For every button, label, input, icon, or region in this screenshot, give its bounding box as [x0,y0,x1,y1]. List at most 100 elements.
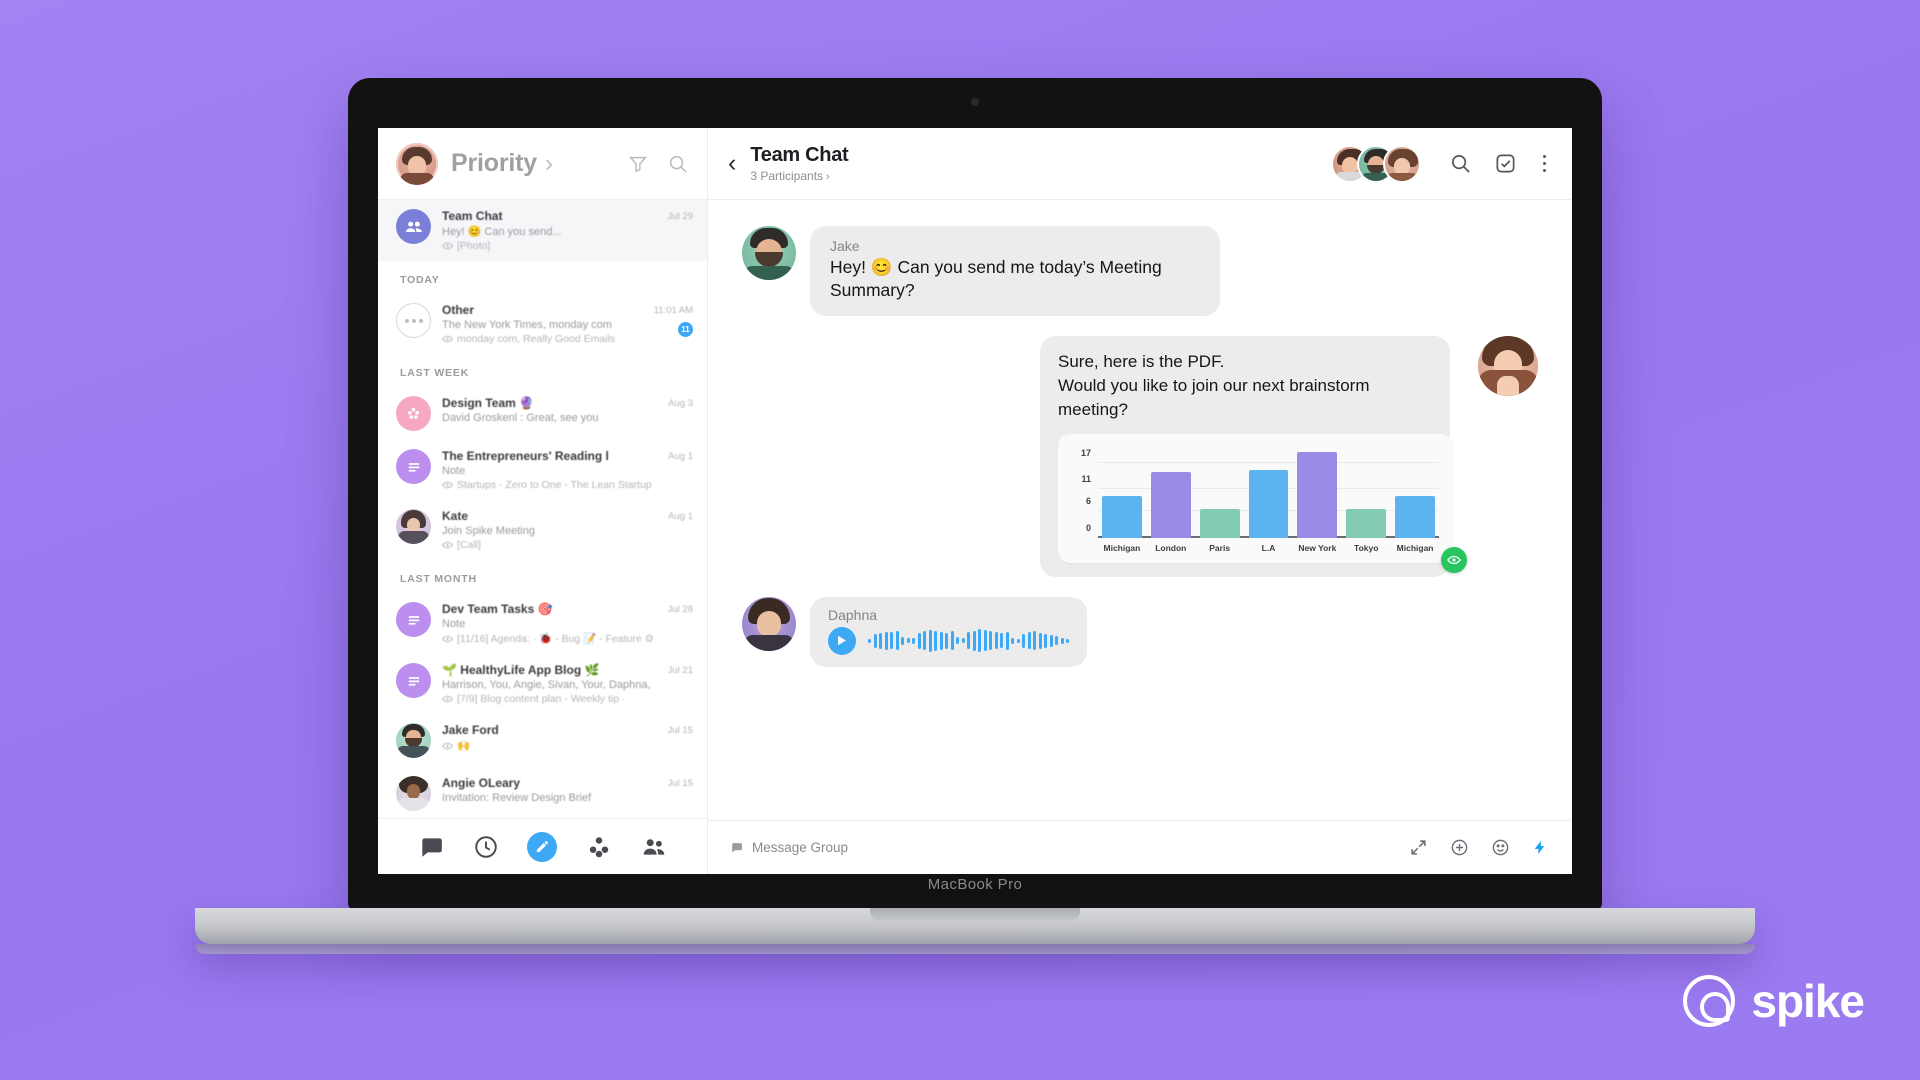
task-check-icon[interactable] [1494,152,1517,175]
waveform-bar [1033,631,1036,651]
waveform-bar [978,629,981,653]
list-item[interactable]: Dev Team Tasks 🎯 Note [11/16] Agenda: · 🐞 … [378,593,707,654]
search-icon[interactable] [1449,152,1472,175]
chart-y-tick-label: 0 [1085,522,1091,533]
waveform-bar [890,632,893,650]
composer-actions [1409,838,1548,857]
audio-waveform[interactable] [868,627,1069,655]
waveform-bar [879,632,882,649]
eye-icon [442,742,453,749]
chart-attachment[interactable]: 0 6 11 17 Michigan London Paris L.A New York Tok… [1058,433,1467,573]
laptop-base-notch [870,908,1080,921]
avatar[interactable] [396,142,438,185]
list-item[interactable]: Jake Ford 🙌 Jul 15 [378,714,707,767]
message-bubble[interactable]: Daphna [810,596,1087,667]
list-item-preview: Hey! 😊 Can you send... [442,226,562,238]
message-row: Sure, here is the PDF. Would you like to… [742,336,1538,577]
eye-icon [442,541,453,549]
list-item-date: Jul 29 [667,211,693,222]
list-item[interactable]: Kate Join Spike Meeting [Call] Aug 1 [378,500,707,560]
avatar[interactable] [742,596,796,651]
list-item-preview: Invitation: Review Design Brief [442,792,592,804]
sidebar-header-actions [627,153,689,175]
avatar[interactable] [1382,144,1421,183]
device-label: MacBook Pro [927,876,1023,893]
list-item-attachment: [Photo] [442,240,657,252]
message-list[interactable]: Jake Hey! 😊 Can you send me today’s Meet… [708,200,1572,820]
participants-count[interactable]: 3 Participants › [750,169,848,183]
eye-icon [442,635,453,642]
chat-panel: ‹ Team Chat 3 Participants › Jake Hey! 😊… [708,128,1572,874]
spike-logo-icon [1683,975,1736,1027]
spike-logo-text: spike [1751,975,1865,1027]
message-composer[interactable]: Message Group [708,820,1572,874]
list-item[interactable]: Other The New York Times, monday com monda… [378,294,707,354]
avatar[interactable] [742,226,796,280]
waveform-bar [917,632,921,649]
waveform-bar [1055,636,1058,646]
spike-logo: spike [1683,974,1865,1028]
status-badge [1441,546,1467,573]
nav-compose-button[interactable] [527,831,558,862]
nav-apps-icon[interactable] [586,834,612,860]
message-text: Hey! 😊 Can you send me today’s Meeting S… [830,257,1162,301]
add-attachment-icon[interactable] [1450,838,1469,857]
search-icon[interactable] [667,153,689,175]
message-row: Daphna [742,596,1538,667]
list-item-title: Dev Team Tasks 🎯 [442,602,553,616]
waveform-bar [950,631,954,651]
list-item[interactable]: Angie OLeary Invitation: Review Design Br… [378,767,707,818]
list-item-preview: Note [442,465,466,477]
sidebar: Priority › Team Chat Hey! 😊 Can you send.… [378,128,708,874]
conversation-list[interactable]: Team Chat Hey! 😊 Can you send... [Photo] Ju… [378,200,707,818]
chart-bar [1346,509,1387,538]
laptop-base [195,908,1755,954]
play-icon[interactable] [828,626,856,655]
filter-icon[interactable] [627,153,649,175]
chart-bar-wrapper [1102,446,1142,538]
avatar [396,509,431,544]
avatar [396,776,431,811]
waveform-bar [1038,632,1042,649]
list-item[interactable]: The Entrepreneurs' Reading l Note Startups… [378,440,707,500]
chart-bar [1199,509,1240,538]
list-item-title: Other [442,303,475,317]
chart-y-tick-label: 11 [1081,474,1091,485]
back-chevron-icon[interactable]: ‹ [722,149,750,178]
list-item-date: Jul 15 [667,725,693,736]
chart-x-tick-label: Michigan [1396,542,1434,553]
expand-icon[interactable] [1409,838,1428,857]
voice-message-player[interactable] [828,626,1069,655]
chevron-right-icon[interactable]: › [545,150,553,178]
search-input[interactable]: Message Group [730,840,848,855]
nav-chat-icon[interactable] [418,834,444,860]
avatar[interactable] [1478,336,1538,397]
message-bubble[interactable]: Jake Hey! 😊 Can you send me today’s Meet… [810,226,1220,317]
message-bubble[interactable]: Sure, here is the PDF. Would you like to… [1040,336,1467,577]
waveform-bar [1011,637,1014,644]
sidebar-title[interactable]: Priority [451,149,537,178]
participant-avatars[interactable] [1330,144,1421,183]
emoji-icon[interactable] [1491,838,1510,857]
list-item[interactable]: 🌱 HealthyLife App Blog 🌿 Harrison, You, A… [378,654,707,714]
waveform-bar [1000,633,1003,649]
nav-clock-icon[interactable] [473,834,499,860]
chart-x-tick-label: Michigan [1103,542,1141,553]
waveform-bar [1027,632,1031,650]
chart-bar-wrapper [1248,446,1289,538]
list-item[interactable]: Design Team 🔮 David Groskenl : Great, see… [378,387,707,440]
message-row: Jake Hey! 😊 Can you send me today’s Meet… [742,226,1538,317]
waveform-bar [989,631,992,651]
message-sender: Jake [830,238,860,254]
message-text: Sure, here is the PDF. Would you like to… [1058,352,1370,419]
waveform-bar [873,633,877,648]
list-item-preview: The New York Times, monday com [442,319,612,331]
waveform-bar [1022,633,1025,648]
nav-contacts-icon[interactable] [641,834,667,860]
more-options-icon[interactable] [1539,151,1551,177]
quick-actions-bolt-icon[interactable] [1532,838,1548,857]
laptop-base-foot [195,944,1755,954]
list-item[interactable]: Team Chat Hey! 😊 Can you send... [Photo] Ju… [378,200,707,261]
chart-y-tick-label: 17 [1080,448,1091,459]
composer-placeholder: Message Group [752,840,849,855]
